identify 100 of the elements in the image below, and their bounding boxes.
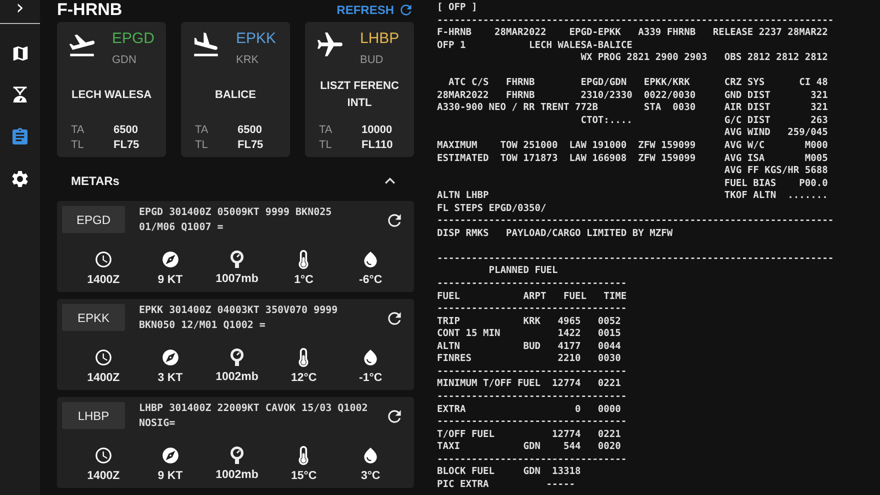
ofp-line: PLANNED FUEL: [488, 265, 558, 278]
ofp-line: PIC EXTRA -----: [437, 478, 575, 492]
ofp-line: EXTRA 0 0000: [437, 404, 621, 416]
ta-value: 6500: [114, 124, 139, 136]
ofp-line: FINRES 2210 0030: [437, 353, 621, 366]
refresh-icon: [385, 309, 404, 328]
airport-name: BALICE: [214, 88, 257, 102]
tl-label: TL: [195, 139, 209, 151]
ta-label: TA: [319, 124, 334, 136]
ofp-line: ---------------------------------: [437, 366, 627, 378]
metar-text: EPKK 301400Z 04003KT 350V070 9999 BKN050 12/M01 Q1002 =: [139, 304, 339, 333]
ofp-line: TRIP KRK 4965 0052: [437, 316, 621, 328]
refresh-button[interactable]: [385, 211, 404, 230]
wind-value: 9 KT: [158, 470, 183, 482]
ofp-line: ALTN BUD 4177 0044: [437, 340, 621, 354]
time-value: 1400Z: [87, 274, 120, 286]
airport-name: LISZT FERENC INTL: [319, 79, 400, 111]
refresh-icon: [398, 2, 414, 18]
dewpoint-value: -1°C: [359, 372, 382, 384]
ofp-line: F-HRNB 28MAR2022 EPGD-EPKK A339 FHRNB RELEASE 2237 28MAR22: [437, 27, 828, 40]
refresh-link[interactable]: REFRESH: [336, 2, 414, 18]
metar-text: LHBP 301400Z 22009KT CAVOK 15/03 Q1002 NOSIG=: [139, 402, 369, 431]
ofp-line: 28MAR2022 FHRNB 2310/2330 0022/0030 GND DIST 321: [437, 90, 828, 102]
ta-value: 10000: [362, 124, 394, 136]
compass-icon: [160, 348, 180, 367]
ofp-line: ---------------------------------: [437, 454, 627, 466]
ofp-line: FL STEPS EPGD/0350/: [437, 202, 546, 216]
compass-icon: [160, 250, 180, 269]
tl-value: FL75: [114, 139, 140, 151]
ofp-line: CTOT:.... G/C DIST 263: [580, 114, 828, 128]
ofp-line: MINIMUM T/OFF FUEL 12774 0221: [437, 378, 621, 391]
iata-code: KRK: [236, 54, 259, 66]
compass-icon: [160, 446, 180, 465]
pressure-value: 1002mb: [216, 469, 258, 481]
tl-label: TL: [319, 139, 333, 151]
refresh-button[interactable]: [385, 407, 404, 426]
ofp-line: ALTN LHBP TKOF ALTN .......: [437, 190, 828, 203]
ta-value: 6500: [238, 124, 263, 136]
time-value: 1400Z: [87, 372, 120, 384]
ofp-line: CONT 15 MIN 1422 0015: [437, 328, 621, 341]
dewpoint-value: 3°C: [360, 470, 380, 482]
temperature-value: 15°C: [290, 470, 317, 482]
clock-icon: [94, 348, 113, 367]
clock-icon: [94, 250, 113, 269]
wind-value: 3 KT: [158, 372, 183, 384]
refresh-icon: [385, 211, 404, 230]
pressure-value: 1002mb: [216, 371, 258, 383]
ofp-line: AVG FF KGS/HR 5688: [723, 165, 828, 178]
icao-code: EPGD: [112, 30, 155, 48]
ofp-line: FUEL BIAS P00.0: [723, 178, 828, 190]
clock-icon: [94, 446, 113, 465]
temperature-value: 12°C: [290, 372, 317, 384]
ofp-line: ---------------------------------: [437, 390, 627, 404]
tl-value: FL110: [362, 139, 394, 151]
map-icon: [10, 44, 30, 62]
ofp-line: ATC C/S FHRNB EPGD/GDN EPKK/KRK CRZ SYS CI 48: [447, 77, 828, 90]
metar-text: EPGD 301400Z 05009KT 9999 BKN025 01/M06 Q1007 =: [139, 206, 333, 235]
temperature-value: 1°C: [294, 274, 314, 286]
ofp-line: A330-900 NEO / RR TRENT 772B STA 0030 AIR DIST 321: [437, 102, 828, 115]
ofp-line: FUEL ARPT FUEL TIME: [437, 290, 627, 304]
station-badge: EPGD: [62, 206, 125, 233]
ofp-line: [ OFP ]: [437, 2, 478, 15]
ofp-line: WX PROG 2821 2900 2903 OBS 2812 2812 2812: [580, 52, 828, 65]
iata-code: GDN: [112, 54, 136, 66]
ta-label: TA: [71, 124, 86, 136]
ofp-line: AVG WIND 259/045: [723, 127, 828, 140]
gauge-icon: [228, 348, 245, 366]
refresh-icon: [385, 407, 404, 426]
station-badge: EPKK: [62, 304, 125, 331]
expand-toggle[interactable]: ›: [0, 0, 40, 24]
ofp-line: ---------------------------------------------------------------------: [437, 252, 834, 266]
settings-icon: [10, 169, 30, 189]
tl-value: FL75: [238, 139, 264, 151]
clipboard-icon: [10, 127, 30, 147]
ofp-line: T/OFF FUEL 12774 0221: [437, 428, 621, 442]
gauge-icon: [228, 446, 245, 464]
iata-code: BUD: [360, 54, 384, 66]
aircraft-title: F-HRNB: [57, 0, 122, 20]
ta-label: TA: [195, 124, 210, 136]
ofp-line: ---------------------------------: [437, 303, 627, 316]
ofp-line: BLOCK FUEL GDN 13318: [437, 466, 581, 479]
ofp-line: ---------------------------------------------------------------------: [437, 14, 834, 28]
ofp-line: ESTIMATED TOW 171873 LAW 166908 ZFW 159099 AVG ISA M005: [437, 152, 828, 166]
gauge-icon: [228, 250, 245, 268]
section-title: METARs: [71, 174, 120, 188]
airport-name: LECH WALESA: [70, 88, 153, 102]
ofp-line: ---------------------------------: [437, 416, 627, 429]
ofp-line: MAXIMUM TOW 251000 LAW 191000 ZFW 159099 AVG W/C M000: [437, 140, 828, 153]
dewpoint-value: -6°C: [359, 274, 382, 286]
ofp-line: TAXI GDN 544 0020: [437, 441, 621, 454]
pressure-value: 1007mb: [216, 273, 258, 285]
station-badge: LHBP: [62, 402, 125, 429]
ofp-line: DISP RMKS PAYLOAD/CARGO LIMITED BY MZFW: [437, 228, 673, 240]
ofp-line: OFP 1 LECH WALESA-BALICE: [437, 40, 632, 52]
ofp-line: ---------------------------------------------------------------------: [437, 215, 834, 228]
icao-code: LHBP: [360, 30, 400, 48]
tl-label: TL: [71, 139, 85, 151]
wind-value: 9 KT: [158, 274, 183, 286]
ofp-line: ---------------------------------: [437, 278, 627, 291]
refresh-button[interactable]: [385, 309, 404, 328]
